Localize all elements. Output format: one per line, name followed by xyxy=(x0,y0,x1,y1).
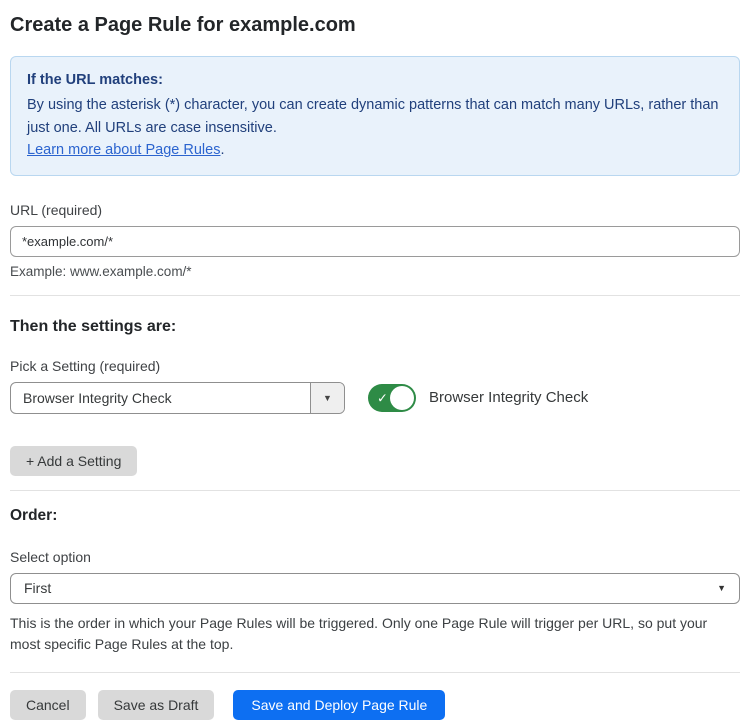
link-period: . xyxy=(220,142,224,158)
url-field-label: URL (required) xyxy=(10,202,740,218)
order-help-text: This is the order in which your Page Rul… xyxy=(10,613,730,655)
setting-toggle[interactable]: ✓ xyxy=(368,384,416,412)
divider xyxy=(10,295,740,296)
check-icon: ✓ xyxy=(377,391,388,404)
toggle-knob xyxy=(390,386,414,410)
order-section-heading: Order: xyxy=(10,507,740,525)
order-select[interactable]: First ▼ xyxy=(10,573,740,604)
chevron-down-icon: ▼ xyxy=(310,383,344,413)
info-box-heading: If the URL matches: xyxy=(27,69,723,91)
create-page-rule-panel: Create a Page Rule for example.com If th… xyxy=(0,0,750,720)
order-select-label: Select option xyxy=(10,549,740,565)
setting-select[interactable]: Browser Integrity Check ▼ xyxy=(10,382,345,414)
toggle-label: Browser Integrity Check xyxy=(429,389,588,406)
info-box-body: By using the asterisk (*) character, you… xyxy=(27,94,723,161)
divider xyxy=(10,490,740,491)
add-setting-button[interactable]: + Add a Setting xyxy=(10,446,137,476)
divider xyxy=(10,672,740,673)
settings-section-heading: Then the settings are: xyxy=(10,318,740,336)
setting-select-value: Browser Integrity Check xyxy=(11,390,172,406)
info-box-body-text: By using the asterisk (*) character, you… xyxy=(27,97,719,135)
learn-more-link[interactable]: Learn more about Page Rules xyxy=(27,142,220,158)
save-as-draft-button[interactable]: Save as Draft xyxy=(98,690,215,720)
url-matches-info-box: If the URL matches: By using the asteris… xyxy=(10,56,740,176)
url-input[interactable] xyxy=(10,226,740,257)
footer-actions: Cancel Save as Draft Save and Deploy Pag… xyxy=(10,690,740,720)
url-example-text: Example: www.example.com/* xyxy=(10,264,740,279)
chevron-down-icon: ▼ xyxy=(717,583,726,593)
order-select-value: First xyxy=(24,580,51,596)
cancel-button[interactable]: Cancel xyxy=(10,690,86,720)
save-and-deploy-button[interactable]: Save and Deploy Page Rule xyxy=(233,690,445,720)
setting-row: Browser Integrity Check ▼ ✓ Browser Inte… xyxy=(10,382,740,414)
pick-setting-label: Pick a Setting (required) xyxy=(10,358,740,374)
page-title: Create a Page Rule for example.com xyxy=(10,14,740,37)
